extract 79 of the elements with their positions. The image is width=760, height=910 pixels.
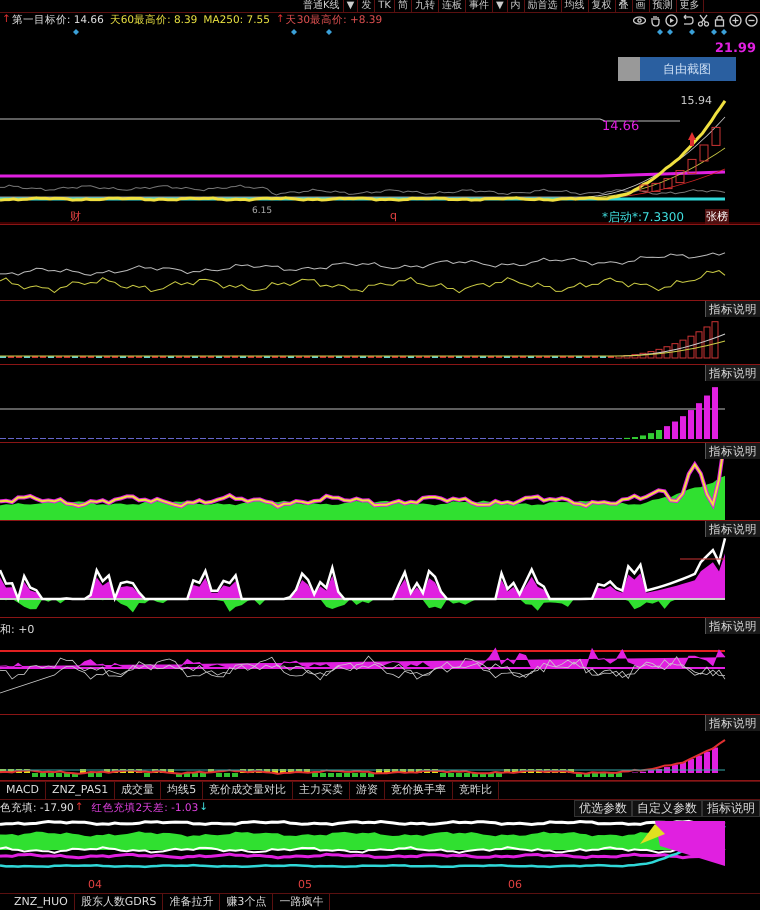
indicator-tab[interactable]: 竞昨比 xyxy=(453,782,500,799)
toolbar-item[interactable]: ▼ xyxy=(344,0,358,12)
indicator-value: MA250: 7.55 xyxy=(203,14,270,26)
toolbar-item[interactable]: 励首选 xyxy=(524,0,562,12)
parameter-button[interactable]: 自定义参数 xyxy=(632,800,702,817)
indicator-help-button[interactable]: 指标说明 xyxy=(705,618,760,634)
toolbar-item[interactable]: 更多 xyxy=(676,0,704,12)
marker-icon xyxy=(291,29,297,36)
indicator-tab[interactable]: ZNZ_PAS1 xyxy=(46,782,116,799)
indicator-value: 红色充填2天差: -1.03 xyxy=(92,800,198,815)
indicator-tab[interactable]: 竞价成交量对比 xyxy=(203,782,294,799)
indicator-tab[interactable]: 主力买卖 xyxy=(293,782,350,799)
high-price-label: 21.99 xyxy=(714,41,756,56)
toolbar-item[interactable]: 预测 xyxy=(650,0,677,12)
indicator-help-button[interactable]: 指标说明 xyxy=(705,715,760,732)
parameter-button[interactable]: 优选参数 xyxy=(574,800,632,817)
indicator-value: 天60最高价: 8.39 xyxy=(110,13,198,28)
indicator-tab[interactable]: ZNZ_HUO xyxy=(8,894,75,910)
indicator-tab[interactable]: 赚3个点 xyxy=(220,894,274,910)
zoom-in-icon[interactable] xyxy=(729,14,742,28)
month-label: 05 xyxy=(298,878,312,891)
indicator-tab[interactable]: 竞价换手率 xyxy=(385,782,454,799)
indicator-tab[interactable]: MACD xyxy=(0,782,46,799)
toolbar-item[interactable]: 内 xyxy=(508,0,525,12)
month-label: 04 xyxy=(88,878,102,891)
peak-price-label: 15.94 xyxy=(680,94,712,108)
toolbar-item[interactable]: 复权 xyxy=(588,0,616,12)
indicator-tab[interactable]: 成交量 xyxy=(115,782,162,799)
indicator-tab[interactable]: 一路疯牛 xyxy=(273,894,330,910)
indicator-value: 第一目标价: 14.66 xyxy=(12,13,104,28)
limit-up-badge: 张榜 xyxy=(705,209,729,224)
toolbar-item[interactable]: 九转 xyxy=(412,0,439,12)
marker-icon xyxy=(711,29,717,36)
up-arrow-icon xyxy=(688,132,696,146)
indicator-tab[interactable]: 均线5 xyxy=(161,782,204,799)
low-price-label: 6.15 xyxy=(252,206,272,216)
marker-icon xyxy=(667,29,673,36)
marker-icon xyxy=(326,29,332,36)
target-price-label: 14.66 xyxy=(602,119,640,134)
eye-icon[interactable] xyxy=(633,14,646,28)
undo-icon[interactable] xyxy=(681,14,694,28)
indicator-value: 色充填: -17.90 xyxy=(0,800,74,815)
marker-icon xyxy=(689,29,695,36)
event-mark: 财 xyxy=(70,209,81,224)
screenshot-button[interactable]: 自由截图 xyxy=(618,57,736,82)
scissors-icon[interactable] xyxy=(697,14,710,28)
hand-icon[interactable] xyxy=(649,14,662,28)
indicator-help-button[interactable]: 指标说明 xyxy=(705,443,760,460)
marker-icon xyxy=(721,29,727,36)
toolbar-item[interactable]: 画 xyxy=(632,0,650,12)
trend-arrow: ↓ xyxy=(199,800,208,815)
start-price-label: *启动*:7.3300 xyxy=(602,209,684,226)
toolbar-item[interactable]: 简 xyxy=(394,0,412,12)
toolbar-item[interactable]: 事件 xyxy=(466,0,493,12)
zoom-out-icon[interactable] xyxy=(745,14,758,28)
indicator-help-button[interactable]: 指标说明 xyxy=(705,365,760,382)
marker-icon xyxy=(657,29,663,36)
indicator-value: 和: +0 xyxy=(0,622,34,638)
indicator-value: 天30最高价: +8.39 xyxy=(286,13,382,28)
toolbar-item[interactable]: 均线 xyxy=(562,0,589,12)
indicator-tab[interactable]: 股东人数GDRS xyxy=(74,894,164,910)
play-icon[interactable] xyxy=(665,14,678,28)
toolbar-item[interactable]: 连板 xyxy=(438,0,466,12)
event-mark: q xyxy=(390,209,397,222)
indicator-help-button[interactable]: 指标说明 xyxy=(705,301,760,318)
parameter-button[interactable]: 指标说明 xyxy=(702,800,760,817)
marker-icon xyxy=(73,29,79,36)
toolbar-item[interactable]: 叠 xyxy=(616,0,633,12)
up-arrow: ↑ xyxy=(276,13,285,28)
indicator-tab[interactable]: 游资 xyxy=(350,782,386,799)
toolbar-item[interactable]: 发 xyxy=(358,0,376,12)
toolbar-item[interactable]: TK xyxy=(375,0,395,12)
trend-arrow: ↑ xyxy=(74,800,84,815)
toolbar-item[interactable]: ▼ xyxy=(492,0,508,12)
indicator-tab[interactable]: 准备拉升 xyxy=(163,894,220,910)
indicator-help-button[interactable]: 指标说明 xyxy=(705,521,760,538)
month-label: 06 xyxy=(508,878,522,891)
up-arrow: ↑ xyxy=(2,13,11,28)
lock-icon[interactable] xyxy=(713,14,726,28)
